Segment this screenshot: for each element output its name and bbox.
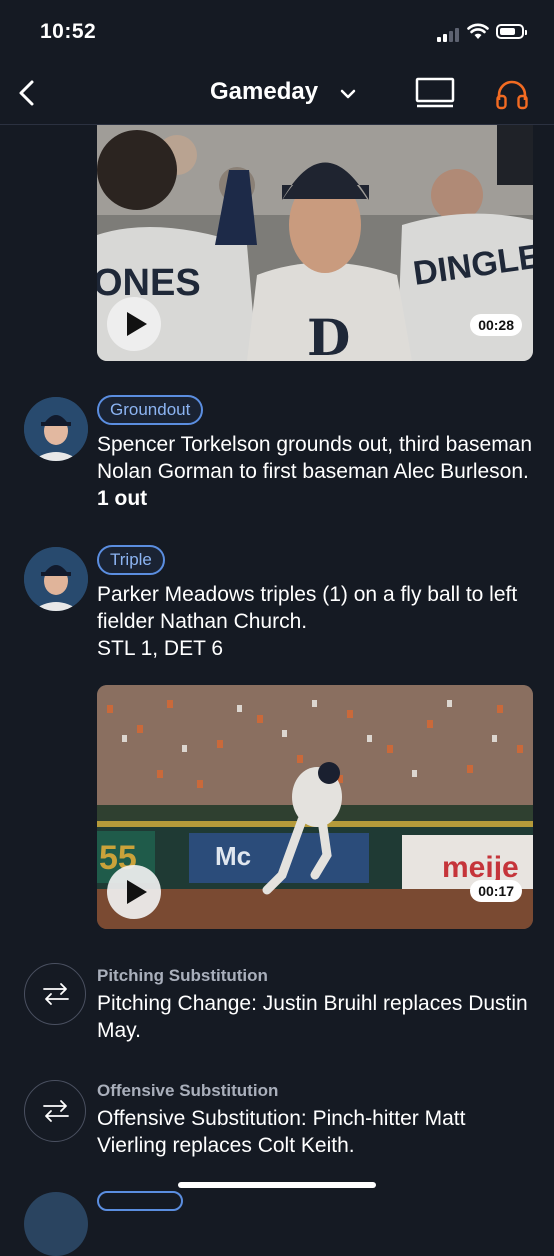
player-avatar[interactable] bbox=[24, 1192, 88, 1256]
cellular-signal-icon bbox=[437, 26, 463, 42]
chevron-down-icon[interactable] bbox=[338, 84, 358, 104]
video-thumbnail-image: 55 Mc meije bbox=[97, 685, 533, 929]
substitution-description: Offensive Substitution: Pinch-hitter Mat… bbox=[97, 1107, 466, 1157]
video-duration: 00:17 bbox=[470, 880, 522, 902]
player-headshot-image bbox=[24, 397, 88, 461]
substitution-description: Pitching Change: Justin Bruihl replaces … bbox=[97, 992, 528, 1042]
game-score: STL 1, DET 6 bbox=[97, 637, 224, 660]
page-title[interactable]: Gameday bbox=[210, 78, 318, 106]
status-time: 10:52 bbox=[40, 20, 97, 43]
player-headshot-image bbox=[24, 547, 88, 611]
substitution-type-label: Offensive Substitution bbox=[97, 1081, 279, 1100]
play-type-badge: Groundout bbox=[97, 395, 204, 425]
play-icon bbox=[127, 880, 147, 904]
play-icon bbox=[127, 312, 147, 336]
play-button[interactable] bbox=[107, 297, 161, 351]
play-description: Spencer Torkelson grounds out, third bas… bbox=[97, 431, 537, 512]
back-icon[interactable] bbox=[14, 76, 40, 110]
player-avatar[interactable] bbox=[24, 547, 88, 611]
play-description-text: Spencer Torkelson grounds out, third bas… bbox=[97, 433, 533, 483]
status-bar: 10:52 bbox=[0, 0, 554, 62]
video-thumbnail-image: ONES DINGLER D bbox=[97, 125, 533, 361]
swap-arrows-icon bbox=[43, 1100, 69, 1122]
play-description: Parker Meadows triples (1) on a fly ball… bbox=[97, 581, 537, 662]
svg-text:D: D bbox=[307, 308, 350, 361]
video-thumbnail[interactable]: 55 Mc meije 00:17 bbox=[97, 685, 533, 929]
play-type-badge bbox=[97, 1191, 183, 1211]
play-button[interactable] bbox=[107, 865, 161, 919]
substitution-icon bbox=[24, 963, 86, 1025]
tv-icon[interactable] bbox=[414, 76, 456, 110]
video-duration: 00:28 bbox=[470, 314, 522, 336]
swap-arrows-icon bbox=[43, 983, 69, 1005]
video-thumbnail[interactable]: ONES DINGLER D 00:28 bbox=[97, 125, 533, 361]
svg-text:Mc: Mc bbox=[215, 841, 251, 871]
play-description-text: Parker Meadows triples (1) on a fly ball… bbox=[97, 583, 518, 633]
player-avatar[interactable] bbox=[24, 397, 88, 461]
headphones-icon[interactable] bbox=[494, 76, 530, 112]
battery-icon bbox=[496, 24, 527, 39]
wifi-icon bbox=[467, 23, 489, 39]
outs-count: 1 out bbox=[97, 487, 148, 510]
substitution-type-label: Pitching Substitution bbox=[97, 966, 268, 985]
play-type-badge: Triple bbox=[97, 545, 165, 575]
nav-bar: Gameday bbox=[0, 62, 554, 125]
home-indicator[interactable] bbox=[178, 1182, 376, 1188]
substitution-icon bbox=[24, 1080, 86, 1142]
